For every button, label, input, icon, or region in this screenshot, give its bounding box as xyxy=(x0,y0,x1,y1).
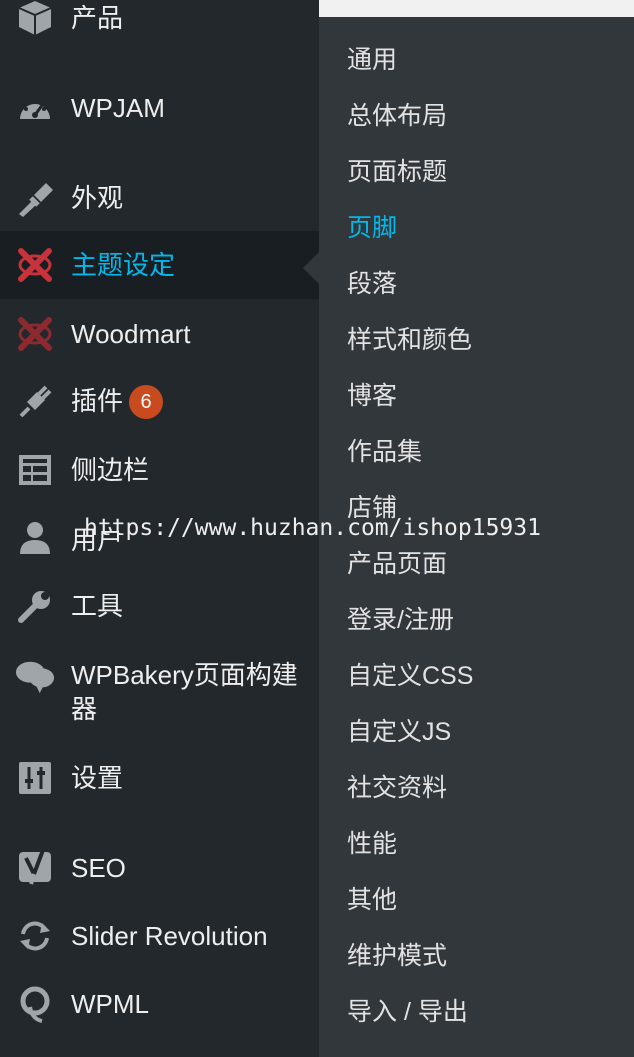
submenu-item-performance[interactable]: 性能 xyxy=(347,828,397,860)
sidebar-item-label: 工具 xyxy=(71,591,124,621)
wpml-icon xyxy=(15,984,55,1024)
submenu-item-blog[interactable]: 博客 xyxy=(347,380,397,412)
submenu-item-product-page[interactable]: 产品页面 xyxy=(347,548,447,580)
wrench-icon xyxy=(15,586,55,626)
refresh-arrows-icon xyxy=(15,916,55,956)
submenu-item-typography[interactable]: 段落 xyxy=(347,268,397,300)
speech-bubbles-icon xyxy=(15,656,55,696)
sidebar-item-wpbakery[interactable]: WPBakery页面构建器 xyxy=(0,650,319,730)
sidebar-item-label: WPML xyxy=(71,989,149,1019)
sidebar-item-label: WPBakery页面构建器 xyxy=(71,660,298,724)
sidebar-item-label: 侧边栏 xyxy=(71,455,150,485)
sidebar-item-woodmart[interactable]: Woodmart xyxy=(0,310,319,358)
dashboard-gauge-icon xyxy=(15,88,55,128)
sidebar-item-label: 产品 xyxy=(71,3,124,33)
sidebar-item-label: SEO xyxy=(71,853,126,883)
content-area-strip xyxy=(319,0,634,17)
submenu-item-custom-js[interactable]: 自定义JS xyxy=(347,716,451,748)
submenu-item-login-register[interactable]: 登录/注册 xyxy=(347,604,454,636)
sidebar-item-label: Woodmart xyxy=(71,319,191,349)
submenu-item-styles-colors[interactable]: 样式和颜色 xyxy=(347,324,472,356)
sidebar-item-wpjam[interactable]: WPJAM xyxy=(0,84,319,132)
update-count-badge: 6 xyxy=(129,385,164,419)
sidebar-item-next-partial[interactable] xyxy=(0,1046,319,1057)
archive-icon xyxy=(15,0,55,38)
sidebar-item-label: 主题设定 xyxy=(71,250,176,280)
current-menu-pointer xyxy=(303,252,319,284)
submenu-item-custom-css[interactable]: 自定义CSS xyxy=(347,660,473,692)
submenu-item-general[interactable]: 通用 xyxy=(347,44,397,76)
watermark-url: https://www.huzhan.com/ishop15931 xyxy=(84,515,541,541)
yoast-y-icon xyxy=(15,848,55,888)
settings-sliders-icon xyxy=(15,758,55,798)
submenu-item-social-profiles[interactable]: 社交资料 xyxy=(347,772,447,804)
plugin-plug-icon xyxy=(15,382,55,422)
submenu-item-footer[interactable]: 页脚 xyxy=(347,212,397,244)
sidebar-item-settings[interactable]: 设置 xyxy=(0,754,319,802)
sidebar-item-wpml[interactable]: WPML xyxy=(0,980,319,1028)
sidebar-item-widgets[interactable]: 侧边栏 xyxy=(0,446,319,494)
woodmart-x-icon xyxy=(15,245,55,285)
sidebar-item-plugins[interactable]: 插件 6 xyxy=(0,378,319,426)
sidebar-item-label: 设置 xyxy=(71,763,124,793)
submenu-item-layout[interactable]: 总体布局 xyxy=(347,100,447,132)
sidebar-item-tools[interactable]: 工具 xyxy=(0,582,319,630)
sidebar-item-label: Slider Revolution xyxy=(71,921,268,951)
submenu-item-other[interactable]: 其他 xyxy=(347,884,397,916)
submenu-item-portfolio[interactable]: 作品集 xyxy=(347,436,422,468)
sidebar-item-seo[interactable]: SEO xyxy=(0,844,319,892)
user-icon xyxy=(15,518,55,558)
sidebar-item-appearance[interactable]: 外观 xyxy=(0,174,319,222)
sidebar-item-label: WPJAM xyxy=(71,93,165,123)
submenu-item-import-export[interactable]: 导入 / 导出 xyxy=(347,996,468,1028)
sidebar-item-products[interactable]: 产品 xyxy=(0,0,319,40)
sidebar-item-label: 插件 6 xyxy=(71,385,164,419)
submenu-item-page-title[interactable]: 页面标题 xyxy=(347,156,447,188)
sidebar-item-slider-revolution[interactable]: Slider Revolution xyxy=(0,912,319,960)
widgets-layout-icon xyxy=(15,450,55,490)
sidebar-item-label: 外观 xyxy=(71,183,124,213)
partial-icon xyxy=(15,1048,55,1057)
paint-brush-icon xyxy=(15,178,55,218)
submenu-item-maintenance[interactable]: 维护模式 xyxy=(347,940,447,972)
woodmart-x-icon xyxy=(15,314,55,354)
sidebar-item-theme-settings[interactable]: 主题设定 xyxy=(0,231,319,299)
